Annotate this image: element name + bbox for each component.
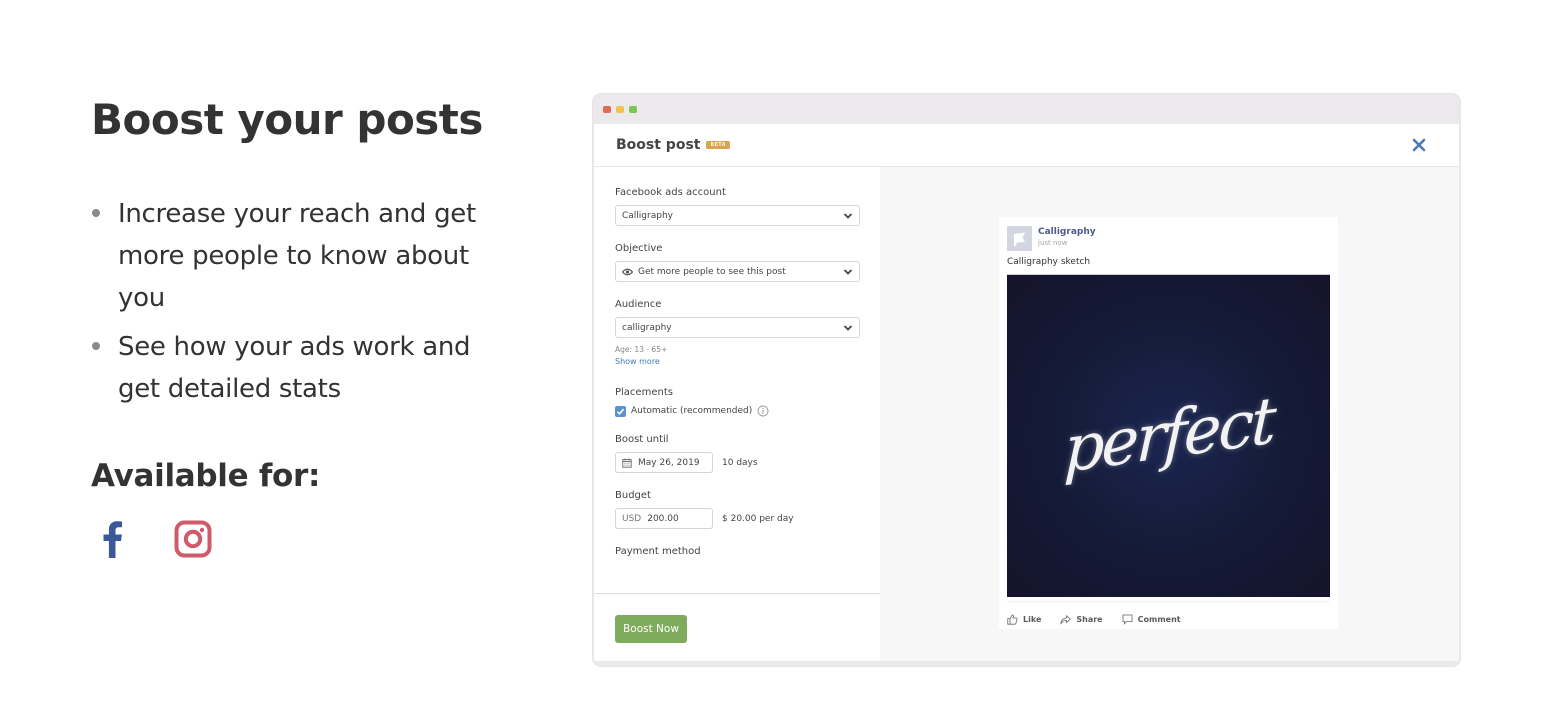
post-time: just now bbox=[1038, 239, 1068, 247]
budget-field: Budget USD 200.00 $ 20.00 per day bbox=[615, 490, 860, 529]
window-maximize-dot[interactable] bbox=[629, 105, 637, 113]
browser-window: Boost post BETA Facebook ads account Cal… bbox=[593, 94, 1460, 666]
show-more-link[interactable]: Show more bbox=[615, 356, 860, 367]
chevron-down-icon bbox=[843, 325, 853, 331]
boost-now-button[interactable]: Boost Now bbox=[615, 615, 687, 643]
facebook-post-preview: Calligraphy just now Calligraphy sketch … bbox=[999, 217, 1338, 629]
ads-account-field: Facebook ads account Calligraphy bbox=[615, 187, 860, 226]
budget-per-day: $ 20.00 per day bbox=[722, 513, 794, 524]
automatic-placement-label: Automatic (recommended) bbox=[631, 406, 753, 416]
automatic-placement-option[interactable]: Automatic (recommended) bbox=[615, 405, 860, 417]
boost-post-modal: Boost post BETA Facebook ads account Cal… bbox=[594, 124, 1459, 661]
objective-field: Objective Get more people to see this po… bbox=[615, 243, 860, 282]
payment-method-label: Payment method bbox=[615, 546, 701, 557]
share-label: Share bbox=[1076, 615, 1103, 624]
post-image: perfect bbox=[1007, 274, 1330, 597]
window-titlebar bbox=[593, 94, 1460, 124]
feature-item: Increase your reach and get more people … bbox=[91, 193, 511, 319]
info-icon[interactable] bbox=[757, 405, 769, 417]
platform-list bbox=[91, 520, 511, 558]
chevron-down-icon bbox=[843, 269, 853, 275]
budget-currency: USD bbox=[622, 513, 642, 524]
audience-field: Audience calligraphy Age: 13 - 65+ Show … bbox=[615, 299, 860, 367]
placements-field: Placements Automatic (recommended) bbox=[615, 387, 860, 417]
instagram-icon bbox=[174, 520, 212, 558]
budget-label: Budget bbox=[615, 490, 651, 501]
post-header: Calligraphy just now bbox=[999, 217, 1338, 251]
form-footer: Boost Now bbox=[594, 593, 880, 661]
comment-icon bbox=[1122, 614, 1133, 625]
facebook-icon bbox=[100, 520, 124, 558]
share-icon bbox=[1060, 614, 1072, 624]
beta-badge: BETA bbox=[706, 141, 730, 149]
available-for-heading: Available for: bbox=[91, 458, 321, 494]
post-image-calligraphy: perfect bbox=[1062, 383, 1275, 489]
boost-until-date-input[interactable]: May 26, 2019 bbox=[615, 452, 713, 473]
checkmark-icon bbox=[616, 408, 625, 415]
audience-select[interactable]: calligraphy bbox=[615, 317, 860, 338]
page-name: Calligraphy bbox=[1038, 227, 1096, 237]
boost-until-label: Boost until bbox=[615, 434, 669, 445]
post-preview-panel: Calligraphy just now Calligraphy sketch … bbox=[880, 167, 1459, 661]
like-label: Like bbox=[1023, 615, 1042, 624]
objective-value: Get more people to see this post bbox=[638, 266, 786, 277]
like-action[interactable]: Like bbox=[1007, 614, 1041, 625]
flag-icon bbox=[1013, 232, 1025, 246]
boost-until-value: May 26, 2019 bbox=[638, 457, 700, 468]
form-scroll-area[interactable]: Facebook ads account Calligraphy Objecti… bbox=[594, 167, 880, 593]
window-minimize-dot[interactable] bbox=[616, 105, 624, 113]
ads-account-select[interactable]: Calligraphy bbox=[615, 205, 860, 226]
budget-value: 200.00 bbox=[647, 513, 679, 524]
objective-select[interactable]: Get more people to see this post bbox=[615, 261, 860, 282]
window-close-dot[interactable] bbox=[603, 105, 611, 113]
feature-item: See how your ads work and get detailed s… bbox=[91, 326, 511, 410]
thumbs-up-icon bbox=[1007, 614, 1018, 625]
ads-account-value: Calligraphy bbox=[622, 210, 673, 221]
share-action[interactable]: Share bbox=[1060, 614, 1103, 625]
ads-account-label: Facebook ads account bbox=[615, 187, 726, 198]
post-actions: Like Share Comment bbox=[1007, 601, 1330, 625]
eye-icon bbox=[622, 268, 633, 275]
comment-action[interactable]: Comment bbox=[1122, 614, 1181, 625]
promo-title: Boost your posts bbox=[91, 95, 483, 144]
chevron-down-icon bbox=[843, 213, 853, 219]
audience-value: calligraphy bbox=[622, 322, 672, 333]
close-icon bbox=[1412, 138, 1426, 152]
audience-age-hint: Age: 13 - 65+ bbox=[615, 345, 668, 354]
boost-form: Facebook ads account Calligraphy Objecti… bbox=[594, 167, 880, 661]
audience-label: Audience bbox=[615, 299, 662, 310]
promo-section: Boost your posts Increase your reach and… bbox=[91, 96, 511, 558]
modal-title: Boost post bbox=[616, 137, 701, 153]
post-text: Calligraphy sketch bbox=[1007, 257, 1091, 267]
modal-body: Facebook ads account Calligraphy Objecti… bbox=[594, 167, 1459, 661]
comment-label: Comment bbox=[1137, 615, 1181, 624]
feature-list: Increase your reach and get more people … bbox=[91, 193, 511, 410]
boost-until-field: Boost until May 26, 2019 10 days bbox=[615, 434, 860, 473]
modal-header: Boost post BETA bbox=[594, 124, 1459, 167]
budget-input[interactable]: USD 200.00 bbox=[615, 508, 713, 529]
automatic-placement-checkbox[interactable] bbox=[615, 405, 626, 417]
close-button[interactable] bbox=[1409, 135, 1429, 155]
calendar-icon bbox=[622, 458, 632, 468]
objective-label: Objective bbox=[615, 243, 663, 254]
page-avatar bbox=[1007, 226, 1032, 251]
boost-duration: 10 days bbox=[722, 457, 758, 468]
placements-label: Placements bbox=[615, 387, 673, 398]
